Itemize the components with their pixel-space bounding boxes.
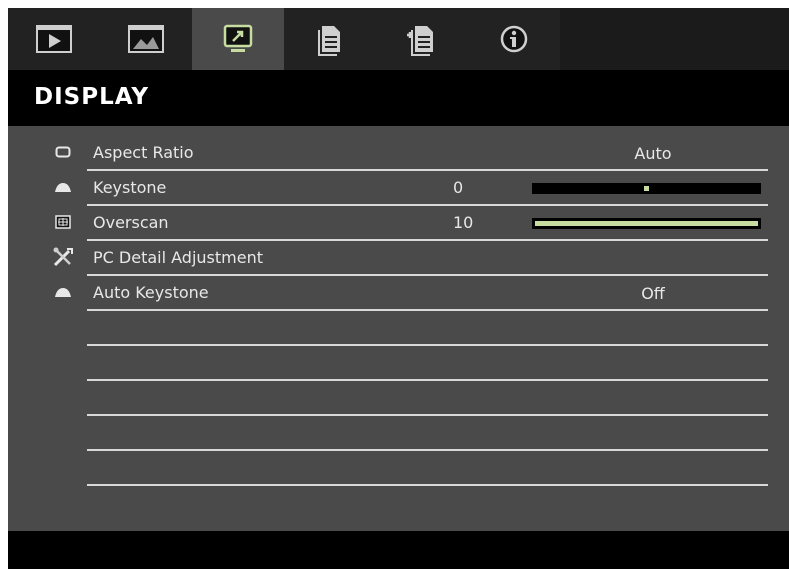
empty-row bbox=[8, 416, 789, 451]
menu-item-keystone[interactable]: Keystone 0 bbox=[8, 171, 789, 206]
keystone-number: 0 bbox=[453, 178, 464, 197]
tab-bar-filler bbox=[560, 8, 789, 70]
display-monitor-icon bbox=[223, 24, 253, 52]
keystone-icon bbox=[52, 178, 74, 196]
settings-document-icon bbox=[318, 26, 340, 56]
tab-bar bbox=[8, 8, 789, 70]
tab-information[interactable] bbox=[468, 8, 560, 70]
menu-item-label: PC Detail Adjustment bbox=[93, 248, 263, 267]
keystone-slider[interactable] bbox=[532, 183, 761, 194]
menu-item-label: Auto Keystone bbox=[93, 283, 209, 302]
menu-item-auto-keystone[interactable]: Auto Keystone Off bbox=[8, 276, 789, 311]
advanced-document-icon bbox=[407, 26, 433, 56]
menu-item-pc-detail-adjustment[interactable]: PC Detail Adjustment bbox=[8, 241, 789, 276]
overscan-number: 10 bbox=[453, 213, 474, 232]
tab-advanced[interactable] bbox=[376, 8, 468, 70]
menu-panel: Aspect Ratio Auto Keystone 0 Overscan 10 bbox=[8, 126, 789, 531]
overscan-slider[interactable] bbox=[532, 218, 761, 229]
overscan-slider-fill bbox=[535, 221, 758, 226]
menu-item-aspect-ratio[interactable]: Aspect Ratio Auto bbox=[8, 136, 789, 171]
picture-image-icon bbox=[128, 25, 164, 53]
overscan-icon bbox=[52, 213, 74, 231]
tab-setting[interactable] bbox=[284, 8, 376, 70]
menu-item-label: Overscan bbox=[93, 213, 169, 232]
empty-row bbox=[8, 311, 789, 346]
auto-keystone-value[interactable]: Off bbox=[613, 284, 693, 303]
play-screen-icon bbox=[36, 25, 72, 53]
tools-icon bbox=[52, 247, 74, 267]
page-title: DISPLAY bbox=[34, 84, 149, 110]
footer-bar bbox=[8, 531, 789, 569]
aspect-ratio-value[interactable]: Auto bbox=[613, 144, 693, 163]
empty-row bbox=[8, 346, 789, 381]
row-divider bbox=[87, 484, 768, 486]
tab-display[interactable] bbox=[192, 8, 284, 70]
keystone-slider-knob[interactable] bbox=[644, 186, 649, 191]
info-icon bbox=[500, 25, 528, 53]
tab-playback[interactable] bbox=[8, 8, 100, 70]
projector-osd: DISPLAY Aspect Ratio Auto Keystone 0 Ove… bbox=[8, 8, 789, 569]
tab-picture[interactable] bbox=[100, 8, 192, 70]
title-bar: DISPLAY bbox=[8, 70, 789, 126]
menu-item-overscan[interactable]: Overscan 10 bbox=[8, 206, 789, 241]
auto-keystone-icon bbox=[52, 283, 74, 301]
empty-row bbox=[8, 451, 789, 486]
aspect-ratio-icon bbox=[52, 143, 74, 161]
menu-item-label: Keystone bbox=[93, 178, 167, 197]
menu-item-label: Aspect Ratio bbox=[93, 143, 194, 162]
empty-row bbox=[8, 381, 789, 416]
